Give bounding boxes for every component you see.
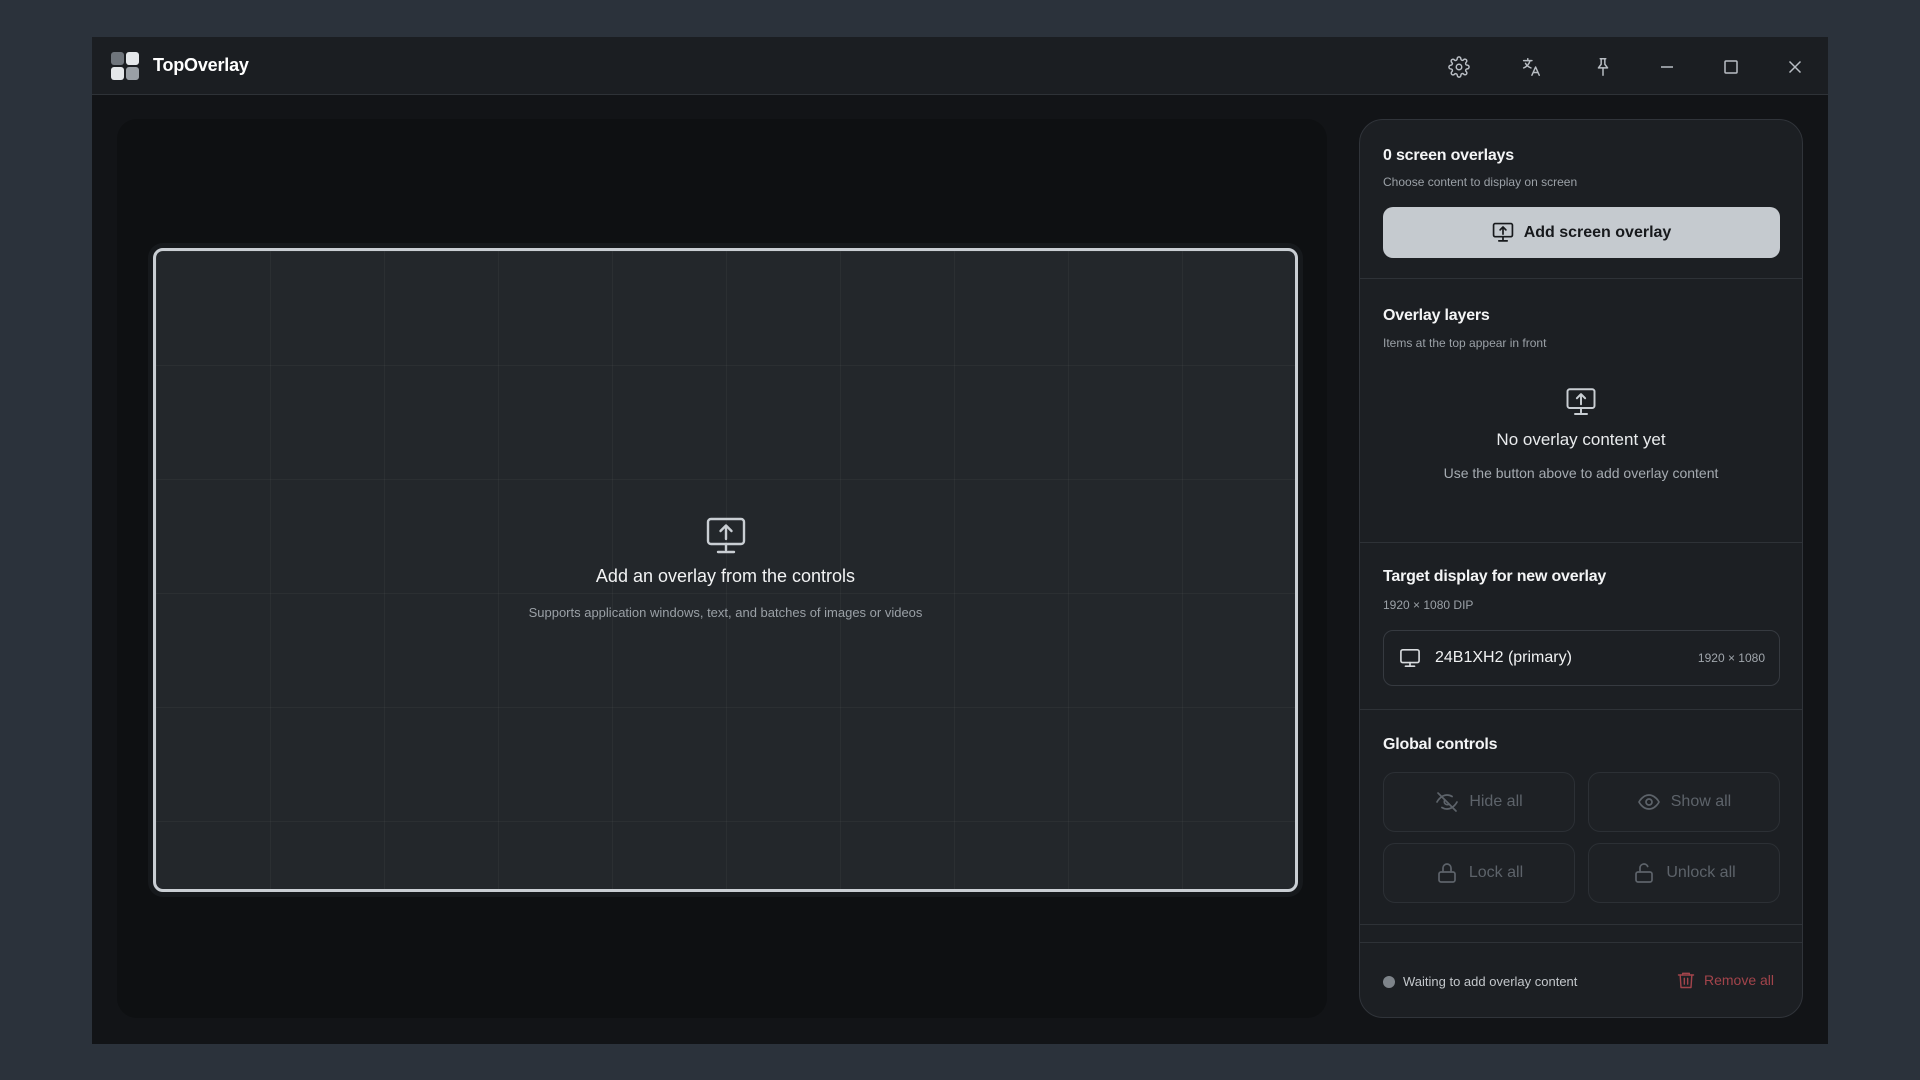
preview-stage: Add an overlay from the controls Support… [117,119,1327,1018]
layers-empty-title: No overlay content yet [1496,430,1666,449]
gear-icon [1448,56,1470,78]
close-icon [1788,60,1802,74]
maximize-button[interactable] [1714,50,1748,84]
layers-empty-subtitle: Use the button above to add overlay cont… [1443,465,1719,481]
canvas-empty-title: Add an overlay from the controls [595,566,856,586]
pin-icon [1597,58,1609,76]
unlock-all-label: Unlock all [1666,864,1736,881]
global-controls-title: Global controls [1383,736,1498,753]
display-resolution: 1920 × 1080 [1697,651,1765,665]
remove-all-button[interactable]: Remove all [1676,970,1774,990]
display-name: 24B1XH2 (primary) [1435,649,1572,666]
lock-all-label: Lock all [1468,864,1524,881]
canvas-empty-state: Add an overlay from the controls Support… [156,516,1295,620]
display-option-primary[interactable]: 24B1XH2 (primary) 1920 × 1080 [1383,630,1780,686]
app-title: TopOverlay [153,55,249,75]
show-all-button[interactable]: Show all [1588,772,1780,832]
hide-all-button[interactable]: Hide all [1383,772,1575,832]
monitor-upload-icon [1566,388,1596,415]
lock-all-button[interactable]: Lock all [1383,843,1575,903]
trash-icon [1677,972,1695,989]
target-display-section: Target display for new overlay 1920 × 10… [1360,543,1802,710]
panel-footer: Waiting to add overlay content Remove al… [1360,942,1802,1017]
overlay-layers-subtitle: Items at the top appear in front [1383,336,1547,350]
pin-button[interactable] [1586,50,1620,84]
monitor-upload-icon [1492,222,1513,242]
target-display-subtitle: 1920 × 1080 DIP [1383,598,1474,612]
remove-all-label: Remove all [1703,972,1774,988]
hide-all-label: Hide all [1469,793,1523,810]
screen-overlays-section: 0 screen overlays Choose content to disp… [1360,120,1802,279]
app-window: TopOverlay Add an overlay from the contr… [92,37,1828,1044]
screen-overlays-count: 0 screen overlays [1383,147,1514,164]
screen-overlays-subtitle: Choose content to display on screen [1383,175,1578,189]
target-display-title: Target display for new overlay [1383,568,1607,585]
add-screen-overlay-label: Add screen overlay [1523,223,1672,241]
maximize-icon [1724,60,1738,74]
lock-icon [1438,863,1456,883]
monitor-upload-icon [706,517,745,554]
minimize-button[interactable] [1650,50,1684,84]
status-text: Waiting to add overlay content [1403,974,1578,989]
settings-button[interactable] [1442,50,1476,84]
eye-off-icon [1436,792,1459,812]
language-button[interactable] [1514,50,1548,84]
overlay-layers-title: Overlay layers [1383,307,1490,324]
eye-icon [1637,794,1660,810]
translate-icon [1522,58,1540,76]
display-preview-canvas[interactable]: Add an overlay from the controls Support… [153,248,1298,892]
control-panel: 0 screen overlays Choose content to disp… [1359,119,1803,1018]
title-bar: TopOverlay [92,37,1828,95]
unlock-all-button[interactable]: Unlock all [1588,843,1780,903]
app-logo-icon [110,51,140,81]
minimize-icon [1661,66,1673,68]
close-button[interactable] [1778,50,1812,84]
global-controls-section: Global controls Hide all Show all Lock a… [1360,710,1802,925]
unlock-icon [1635,863,1654,883]
overlay-layers-section: Overlay layers Items at the top appear i… [1360,279,1802,543]
monitor-icon [1400,649,1420,667]
layers-empty-state: No overlay content yet Use the button ab… [1360,387,1802,481]
status-indicator [1383,976,1395,988]
add-screen-overlay-button[interactable]: Add screen overlay [1383,207,1780,258]
show-all-label: Show all [1670,793,1732,810]
canvas-empty-subtitle: Supports application windows, text, and … [528,605,923,620]
